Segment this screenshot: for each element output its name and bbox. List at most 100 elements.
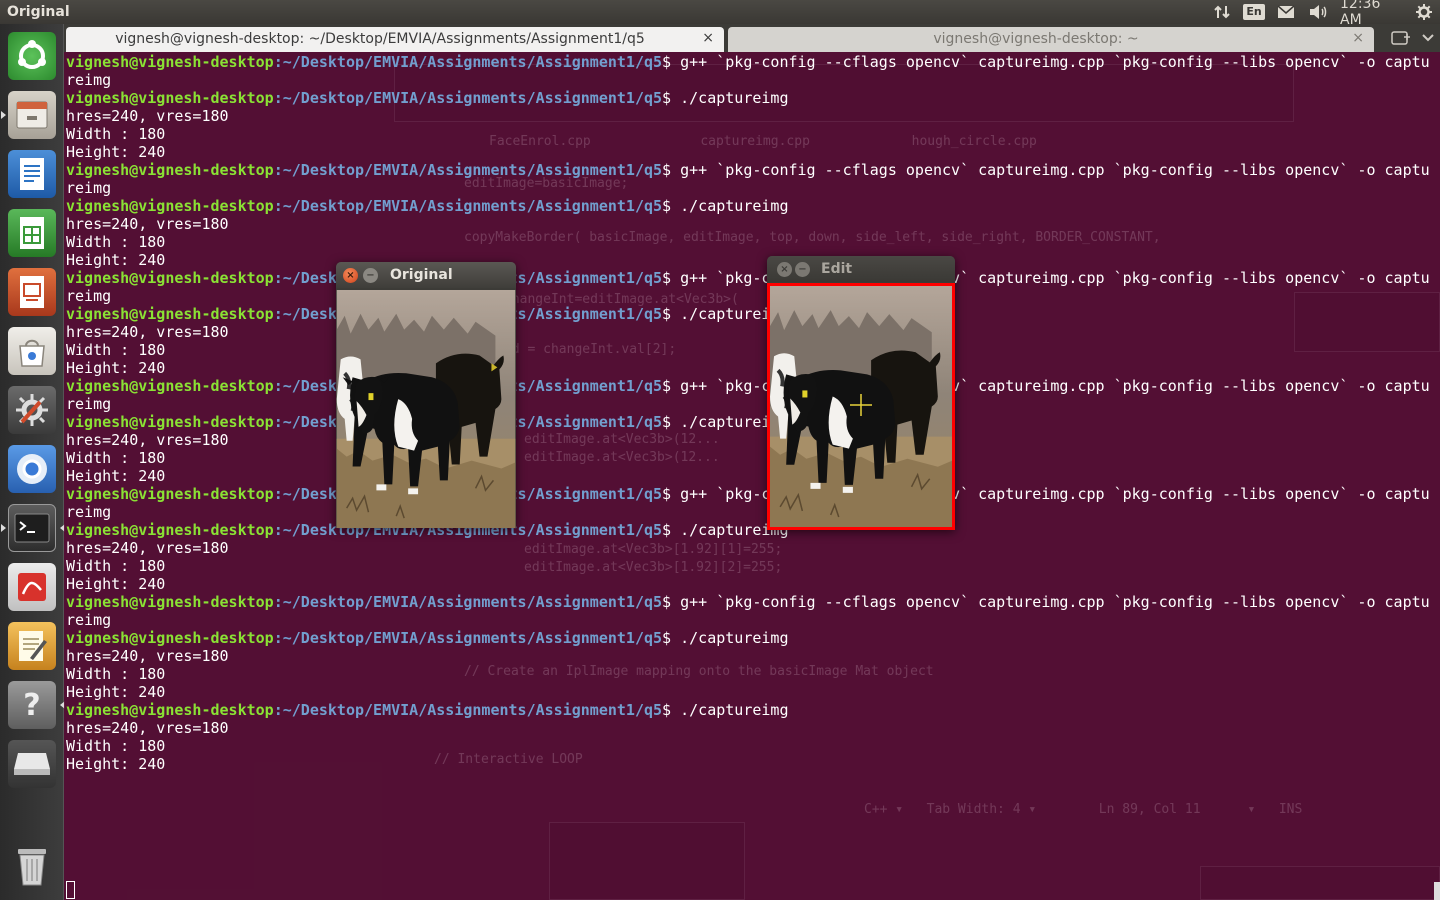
top-panel: Original En 12:36 AM — [0, 0, 1440, 28]
launcher-help[interactable]: ? — [6, 679, 65, 731]
mail-icon[interactable] — [1276, 3, 1296, 21]
command-wrap: reimg — [66, 71, 112, 89]
gear-icon[interactable] — [1414, 3, 1434, 21]
prompt-user: vignesh@vignesh-desktop — [66, 53, 274, 71]
system-settings-icon — [8, 386, 56, 434]
prompt-line: vignesh@vignesh-desktop:~/Desktop/EMVIA/… — [66, 161, 1430, 179]
software-center-icon — [8, 327, 56, 375]
launcher-software-center[interactable] — [6, 325, 58, 377]
chevron-down-icon[interactable] — [1420, 29, 1440, 49]
prompt-sign: $ — [662, 305, 681, 323]
clock[interactable]: 12:36 AM — [1340, 0, 1406, 28]
output-line: hres=240, vres=180 — [66, 107, 229, 125]
launcher-chromium[interactable] — [6, 443, 58, 495]
close-icon[interactable]: × — [343, 268, 358, 283]
new-tab-button[interactable] — [1390, 29, 1414, 49]
volume-icon[interactable] — [1308, 3, 1330, 21]
help-icon: ? — [8, 681, 56, 729]
terminal-view[interactable]: FaceEnrol.cpp captureimg.cpp hough_circl… — [64, 52, 1440, 900]
output-line: Height: 240 — [66, 143, 166, 161]
prompt-user: vignesh@vignesh-desktop — [66, 413, 274, 431]
edit-image-window[interactable]: × − Edit — [767, 256, 955, 530]
minimize-icon[interactable]: − — [795, 262, 810, 277]
output-line: hres=240, vres=180 — [66, 431, 229, 449]
network-icon[interactable] — [1212, 3, 1232, 21]
command-text: g++ `pkg-config --cflags opencv` capture… — [680, 593, 1430, 611]
command-text: g++ `pkg-config --cflags opencv` capture… — [680, 53, 1430, 71]
scrollbar[interactable] — [1434, 882, 1440, 900]
output-line: Width : 180 — [66, 665, 166, 683]
prompt-line: vignesh@vignesh-desktop:~/Desktop/EMVIA/… — [66, 521, 1430, 539]
text-cursor — [66, 881, 75, 899]
prompt-line: vignesh@vignesh-desktop:~/Desktop/EMVIA/… — [66, 701, 1430, 719]
prompt-sign: $ — [662, 521, 681, 539]
cow-photo[interactable] — [770, 286, 952, 527]
prompt-sign: $ — [662, 197, 681, 215]
prompt-user: vignesh@vignesh-desktop — [66, 269, 274, 287]
prompt-user: vignesh@vignesh-desktop — [66, 377, 274, 395]
calc-icon — [8, 209, 56, 257]
tab-q5-directory[interactable]: vignesh@vignesh-desktop: ~/Desktop/EMVIA… — [66, 27, 724, 52]
command-text: ./captureimg — [680, 629, 789, 647]
prompt-path: :~/Desktop/EMVIA/Assignments/Assignment1… — [273, 197, 663, 215]
prompt-sign: $ — [662, 593, 681, 611]
launcher-calc[interactable] — [6, 207, 58, 259]
terminal-tab-bar: vignesh@vignesh-desktop: ~/Desktop/EMVIA… — [64, 24, 1440, 52]
close-icon[interactable]: × — [777, 262, 792, 277]
output-line: Width : 180 — [66, 737, 166, 755]
original-image-window[interactable]: × − Original — [336, 262, 516, 528]
launcher-ubuntu-dash[interactable] — [6, 30, 58, 82]
keyboard-indicator[interactable]: En — [1243, 3, 1265, 21]
tab-label: vignesh@vignesh-desktop: ~/Desktop/EMVIA… — [115, 31, 645, 47]
prompt-user: vignesh@vignesh-desktop — [66, 161, 274, 179]
output-line: Height: 240 — [66, 575, 166, 593]
launcher-system-settings[interactable] — [6, 384, 58, 436]
prompt-line: vignesh@vignesh-desktop:~/Desktop/EMVIA/… — [66, 413, 1430, 431]
launcher-writer[interactable] — [6, 148, 58, 200]
window-title: Edit — [821, 261, 853, 277]
tab-label: vignesh@vignesh-desktop: ~ — [933, 31, 1139, 47]
ubuntu-dash-icon — [8, 32, 56, 80]
command-wrap: reimg — [66, 395, 112, 413]
prompt-sign: $ — [662, 89, 681, 107]
prompt-sign: $ — [662, 377, 681, 395]
prompt-line: vignesh@vignesh-desktop:~/Desktop/EMVIA/… — [66, 377, 1430, 395]
output-line: Width : 180 — [66, 125, 166, 143]
launcher-terminal[interactable] — [1, 502, 65, 554]
prompt-path: :~/Desktop/EMVIA/Assignments/Assignment1… — [273, 53, 663, 71]
terminal-icon — [8, 504, 56, 552]
launcher-impress[interactable] — [6, 266, 58, 318]
close-icon[interactable]: × — [702, 30, 714, 46]
launcher-files[interactable] — [1, 89, 58, 141]
close-icon[interactable]: × — [1352, 30, 1364, 46]
launcher-removable-drive[interactable] — [6, 738, 58, 790]
output-line: Height: 240 — [66, 251, 166, 269]
prompt-user: vignesh@vignesh-desktop — [66, 485, 274, 503]
launcher-trash[interactable] — [6, 840, 58, 892]
launcher-text-editor[interactable] — [6, 620, 58, 672]
command-text: ./captureimg — [680, 701, 789, 719]
command-text: g++ `pkg-config --cflags opencv` capture… — [680, 161, 1430, 179]
window-titlebar[interactable]: × − Original — [336, 262, 516, 288]
command-text: ./captureimg — [680, 89, 789, 107]
minimize-icon[interactable]: − — [363, 268, 378, 283]
tab-home-directory[interactable]: vignesh@vignesh-desktop: ~ × — [728, 27, 1374, 52]
prompt-line: vignesh@vignesh-desktop:~/Desktop/EMVIA/… — [66, 53, 1430, 71]
crosshair-cursor-icon — [850, 394, 872, 416]
prompt-path: :~/Desktop/EMVIA/Assignments/Assignment1… — [273, 89, 663, 107]
cow-photo — [336, 290, 516, 528]
active-app-title: Original — [7, 4, 70, 20]
launcher: ? — [0, 24, 65, 900]
prompt-line: vignesh@vignesh-desktop:~/Desktop/EMVIA/… — [66, 593, 1430, 611]
launcher-pdf-reader[interactable] — [6, 561, 58, 613]
edited-image-border — [767, 283, 955, 530]
prompt-line: vignesh@vignesh-desktop:~/Desktop/EMVIA/… — [66, 269, 1430, 287]
prompt-user: vignesh@vignesh-desktop — [66, 521, 274, 539]
window-titlebar[interactable]: × − Edit — [767, 256, 955, 282]
prompt-path: :~/Desktop/EMVIA/Assignments/Assignment1… — [273, 593, 663, 611]
command-wrap: reimg — [66, 179, 112, 197]
output-line: Width : 180 — [66, 557, 166, 575]
impress-icon — [8, 268, 56, 316]
writer-icon — [8, 150, 56, 198]
prompt-path: :~/Desktop/EMVIA/Assignments/Assignment1… — [273, 161, 663, 179]
